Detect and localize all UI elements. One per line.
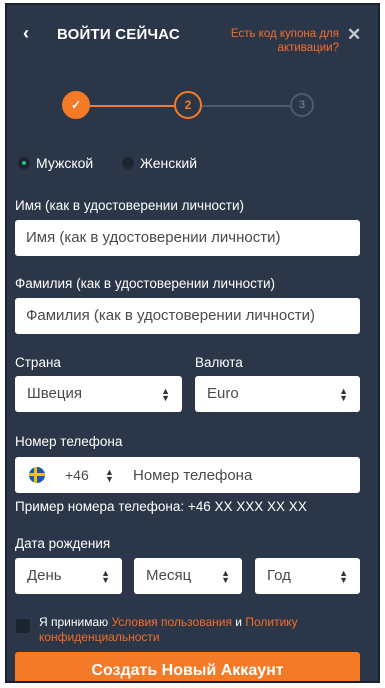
modal-header: ‹ ВОЙТИ СЕЙЧАС Есть код купона для актив… <box>7 5 378 67</box>
terms-text: Я принимаю Условия пользования и Политик… <box>39 615 359 645</box>
phone-field: +46 ▲ ▼ <box>15 457 360 493</box>
phone-number-input[interactable] <box>125 457 350 493</box>
page-title: ВОЙТИ СЕЙЧАС <box>57 26 180 43</box>
registration-modal: ‹ ВОЙТИ СЕЙЧАС Есть код купона для актив… <box>5 3 380 683</box>
terms-prefix: Я принимаю <box>39 615 112 629</box>
birth-month-value: Месяц <box>146 567 192 584</box>
gender-male-label: Мужской <box>36 155 94 171</box>
country-label: Страна <box>15 355 61 370</box>
terms-and: и <box>231 615 246 629</box>
birth-day-select[interactable]: День ▲ ▼ <box>15 558 122 594</box>
gender-male-radio[interactable]: Мужской <box>18 155 93 175</box>
currency-value: Euro <box>207 385 239 402</box>
birth-year-select[interactable]: Год ▲ ▼ <box>255 558 360 594</box>
back-button[interactable]: ‹ <box>23 23 29 44</box>
gender-female-radio[interactable]: Женский <box>122 155 197 175</box>
select-arrows-icon: ▲ ▼ <box>101 567 110 585</box>
progress-stepper: ✓ 2 3 <box>7 91 378 125</box>
last-name-input[interactable] <box>15 298 360 334</box>
step-connector-complete <box>90 105 174 107</box>
birth-year-value: Год <box>267 567 291 584</box>
country-value: Швеция <box>27 385 82 402</box>
first-name-input[interactable] <box>15 220 360 256</box>
radio-unselected-icon <box>122 157 134 169</box>
step-2-active: 2 <box>174 91 202 119</box>
radio-selected-icon <box>18 157 30 169</box>
create-account-button[interactable]: Создать Новый Аккаунт <box>15 652 360 681</box>
birthdate-label: Дата рождения <box>15 536 111 551</box>
select-arrows-icon: ▲ ▼ <box>339 567 348 585</box>
birth-month-select[interactable]: Месяц ▲ ▼ <box>134 558 242 594</box>
currency-select[interactable]: Euro ▲ ▼ <box>195 376 360 412</box>
sweden-flag-icon[interactable] <box>29 467 45 483</box>
step-connector-pending <box>202 105 290 107</box>
first-name-label: Имя (как в удостоверении личности) <box>15 198 245 213</box>
phone-country-code[interactable]: +46 <box>65 457 89 493</box>
step-3-pending: 3 <box>290 93 314 117</box>
birth-day-value: День <box>27 567 62 584</box>
phone-example-text: Пример номера телефона: +46 XX XXX XX XX <box>15 499 307 514</box>
terms-of-use-link[interactable]: Условия пользования <box>111 615 232 629</box>
country-select[interactable]: Швеция ▲ ▼ <box>15 376 182 412</box>
select-arrows-icon: ▲ ▼ <box>339 385 348 403</box>
select-arrows-icon[interactable]: ▲ ▼ <box>105 457 114 493</box>
terms-checkbox[interactable] <box>16 619 30 633</box>
step-1-complete: ✓ <box>62 91 90 119</box>
currency-label: Валюта <box>195 355 243 370</box>
select-arrows-icon: ▲ ▼ <box>221 567 230 585</box>
close-icon[interactable]: ✕ <box>347 25 361 45</box>
coupon-link[interactable]: Есть код купона для активации? <box>207 27 339 55</box>
select-arrows-icon: ▲ ▼ <box>161 385 170 403</box>
last-name-label: Фамилия (как в удостоверении личности) <box>15 276 276 291</box>
phone-label: Номер телефона <box>15 434 123 449</box>
gender-female-label: Женский <box>140 155 198 171</box>
